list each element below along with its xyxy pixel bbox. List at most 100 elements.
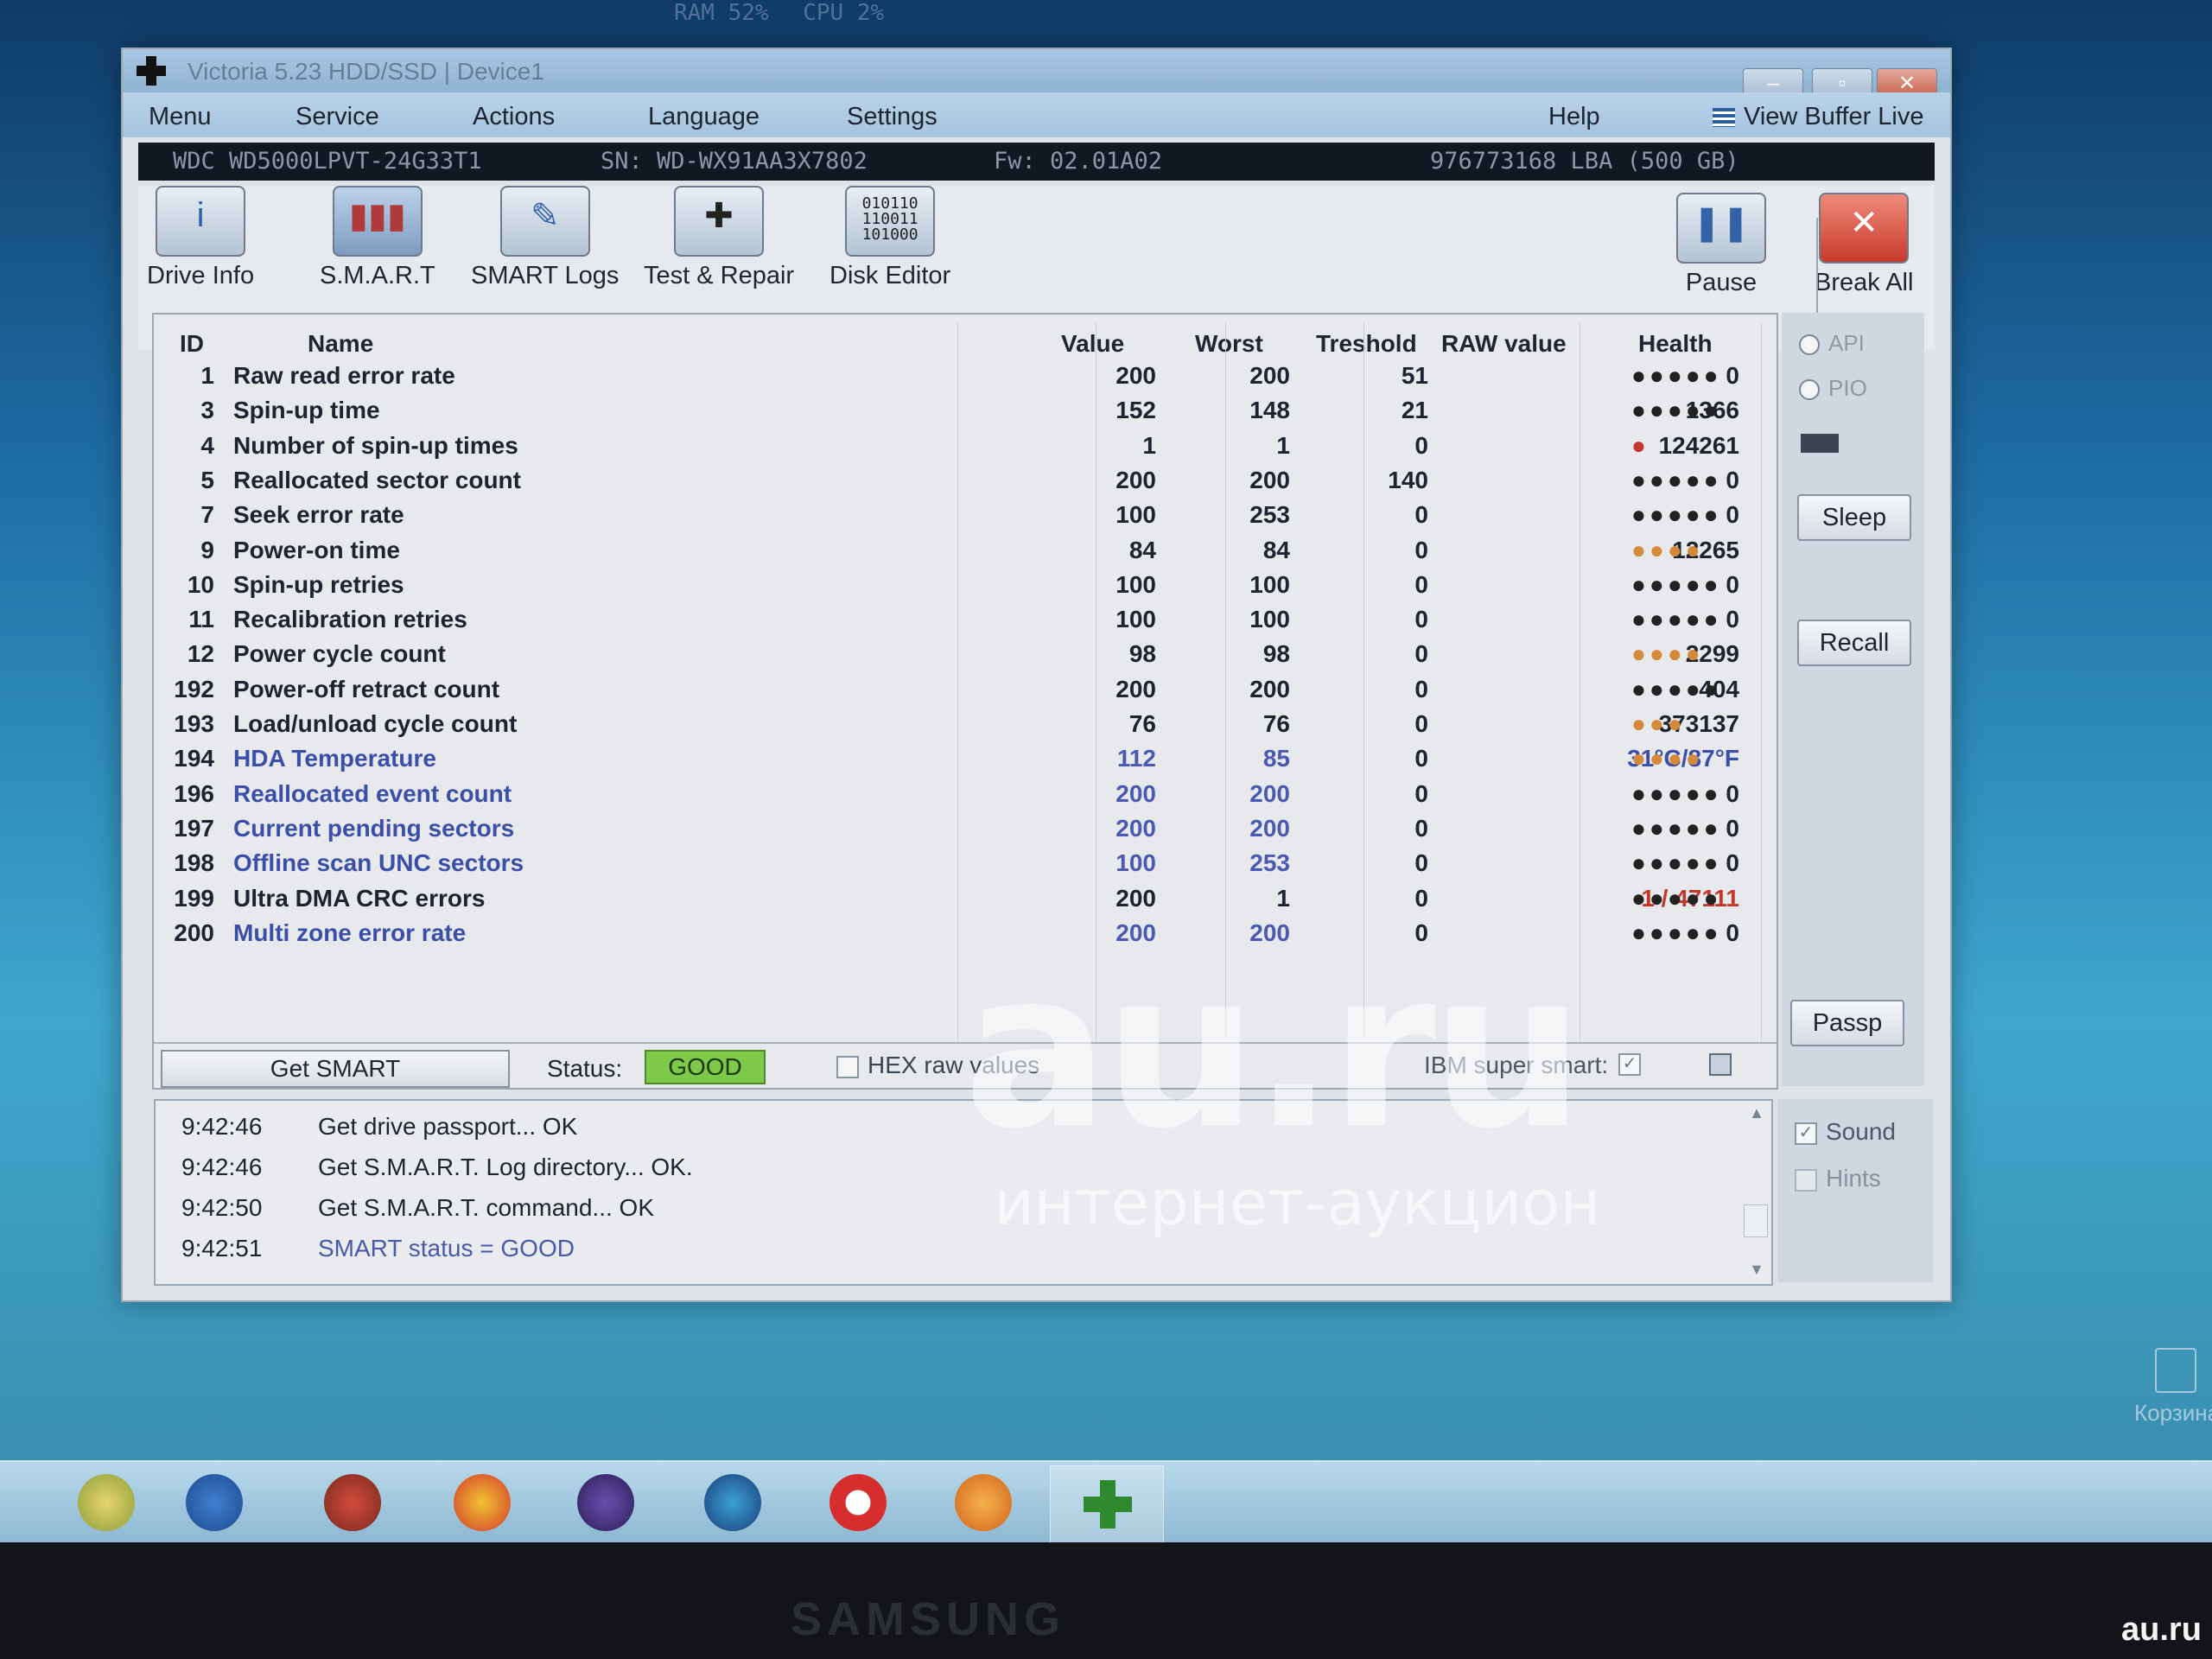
attr-health: ●●●●● — [1631, 814, 1722, 842]
sound-label: Sound — [1826, 1118, 1896, 1145]
table-row[interactable]: 199 Ultra DMA CRC errors 200 1 0 1 / 47111 ●●●… — [154, 885, 1770, 919]
menu-service[interactable]: Service — [296, 103, 379, 131]
victoria-taskbar-button[interactable] — [1050, 1465, 1164, 1543]
attr-name: Ultra DMA CRC errors — [233, 884, 486, 912]
opera-icon[interactable] — [830, 1474, 887, 1531]
media-player-icon[interactable] — [186, 1474, 243, 1531]
attr-value: 98 — [1128, 640, 1156, 668]
table-row[interactable]: 10 Spin-up retries 100 100 0 0 ●●●●● — [154, 571, 1770, 606]
pio-label: PIO — [1828, 375, 1867, 401]
attr-health: ●●●●● — [1631, 362, 1722, 389]
attr-name: Power-off retract count — [233, 675, 500, 702]
col-value-header[interactable]: Value — [1061, 330, 1124, 358]
attr-threshold: 0 — [1414, 849, 1428, 877]
attr-health: ●●●●● — [1631, 397, 1722, 424]
scrollbar-thumb[interactable] — [1744, 1205, 1768, 1237]
recall-button[interactable]: Recall — [1797, 620, 1911, 666]
disk-editor-label: Disk Editor — [830, 262, 951, 289]
app-icon[interactable] — [324, 1474, 381, 1531]
col-health-header[interactable]: Health — [1638, 330, 1713, 358]
table-row[interactable]: 196 Reallocated event count 200 200 0 0 ●●●●● — [154, 780, 1770, 815]
ibm-super-smart-checkbox[interactable]: ✓ — [1618, 1053, 1641, 1076]
table-row[interactable]: 193 Load/unload cycle count 76 76 0 373137 ●●● — [154, 710, 1770, 745]
extra-checkbox[interactable] — [1709, 1053, 1732, 1076]
attr-id: 193 — [174, 710, 214, 737]
table-row[interactable]: 194 HDA Temperature 112 85 0 31°C/87°F ●●●● — [154, 745, 1770, 779]
sound-checkbox[interactable]: ✓ Sound — [1795, 1118, 1896, 1146]
api-radio[interactable]: API — [1799, 330, 1865, 357]
attr-threshold: 51 — [1401, 362, 1428, 389]
pio-radio[interactable]: PIO — [1799, 375, 1867, 402]
attr-worst: 253 — [1249, 501, 1290, 529]
table-row[interactable]: 197 Current pending sectors 200 200 0 0 ●●●●● — [154, 815, 1770, 849]
attr-name: Power cycle count — [233, 640, 446, 668]
disk-editor-button[interactable]: 010110 110011 101000 Disk Editor — [830, 186, 950, 290]
attr-name: Multi zone error rate — [233, 918, 467, 946]
table-row[interactable]: 1 Raw read error rate 200 200 51 0 ●●●●● — [154, 362, 1770, 397]
scroll-up-icon[interactable]: ▲ — [1749, 1104, 1764, 1122]
menu-actions[interactable]: Actions — [473, 103, 555, 131]
smart-label: S.M.A.R.T — [320, 262, 435, 289]
menu-help[interactable]: Help — [1548, 103, 1600, 131]
attr-worst: 1 — [1276, 431, 1290, 459]
get-smart-button[interactable]: Get SMART — [161, 1050, 510, 1088]
log-time: 9:42:51 — [181, 1235, 263, 1262]
test-repair-button[interactable]: ✚ Test & Repair — [644, 186, 794, 290]
log-options: ✓ Sound Hints — [1777, 1099, 1933, 1282]
passp-button[interactable]: Passp — [1790, 1000, 1904, 1046]
chrome-icon[interactable] — [454, 1474, 511, 1531]
pause-button[interactable]: ❚❚ Pause — [1676, 193, 1766, 297]
flash-app-icon[interactable] — [955, 1474, 1012, 1531]
col-name-header[interactable]: Name — [308, 330, 373, 358]
attr-value: 152 — [1116, 397, 1156, 424]
smart-logs-button[interactable]: ✎ SMART Logs — [471, 186, 619, 290]
menu-settings[interactable]: Settings — [847, 103, 938, 131]
view-buffer-live[interactable]: View Buffer Live — [1713, 103, 1924, 131]
scroll-down-icon[interactable]: ▼ — [1749, 1261, 1764, 1279]
control-panel-icon[interactable] — [704, 1474, 761, 1531]
attr-id: 192 — [174, 675, 214, 702]
start-orb-icon[interactable] — [78, 1474, 135, 1531]
table-row[interactable]: 7 Seek error rate 100 253 0 0 ●●●●● — [154, 501, 1770, 536]
recycle-bin[interactable]: Корзина — [2134, 1348, 2212, 1427]
table-row[interactable]: 4 Number of spin-up times 1 1 0 124261 ● — [154, 432, 1770, 467]
watermark-corner: au.ru — [2121, 1611, 2202, 1648]
col-worst-header[interactable]: Worst — [1195, 330, 1263, 358]
attr-worst: 98 — [1262, 640, 1290, 668]
menu-language[interactable]: Language — [648, 103, 760, 131]
monitor-bezel — [0, 1542, 2212, 1659]
attr-value: 200 — [1116, 675, 1156, 702]
attr-value: 112 — [1116, 745, 1156, 772]
table-row[interactable]: 3 Spin-up time 152 148 21 1366 ●●●●● — [154, 397, 1770, 431]
table-row[interactable]: 9 Power-on time 84 84 0 12265 ●●●● — [154, 537, 1770, 571]
drive-info-button[interactable]: i Drive Info — [147, 186, 254, 290]
attr-worst: 200 — [1249, 362, 1290, 389]
attr-threshold: 140 — [1388, 466, 1428, 493]
attr-threshold: 0 — [1414, 779, 1428, 807]
pause-label: Pause — [1685, 269, 1758, 296]
desktop: RAM 52% CPU 2% Victoria 5.23 HDD/SSD | D… — [0, 0, 2212, 1460]
attr-health: ●●●●● — [1631, 570, 1722, 598]
hints-checkbox[interactable]: Hints — [1795, 1165, 1881, 1192]
log-message: Get S.M.A.R.T. command... OK — [318, 1194, 654, 1221]
drive-info-icon: i — [156, 186, 246, 257]
attr-health: ●●●●● — [1631, 606, 1722, 633]
resource-monitor-overlay: RAM 52% CPU 2% — [674, 0, 1106, 26]
table-row[interactable]: 192 Power-off retract count 200 200 0 404 ●●●●… — [154, 676, 1770, 710]
checkbox-icon — [836, 1055, 859, 1078]
table-row[interactable]: 11 Recalibration retries 100 100 0 0 ●●●●● — [154, 606, 1770, 640]
menu-menu[interactable]: Menu — [149, 103, 212, 131]
table-row[interactable]: 12 Power cycle count 98 98 0 2299 ●●●● — [154, 640, 1770, 675]
col-id-header[interactable]: ID — [180, 330, 204, 358]
col-raw-header[interactable]: RAW value — [1441, 330, 1567, 358]
table-row[interactable]: 198 Offline scan UNC sectors 100 253 0 0 ●●●●● — [154, 849, 1770, 884]
attr-worst: 148 — [1249, 397, 1290, 424]
col-threshold-header[interactable]: Treshold — [1316, 330, 1417, 358]
settings-app-icon[interactable] — [577, 1474, 634, 1531]
log-time: 9:42:46 — [181, 1113, 263, 1140]
break-all-button[interactable]: ✕ Break All — [1815, 193, 1913, 297]
attr-worst: 200 — [1249, 466, 1290, 493]
sleep-button[interactable]: Sleep — [1797, 494, 1911, 541]
table-row[interactable]: 5 Reallocated sector count 200 200 140 0 ●●●●● — [154, 467, 1770, 501]
smart-button[interactable]: ▮▮▮ S.M.A.R.T — [320, 186, 435, 290]
